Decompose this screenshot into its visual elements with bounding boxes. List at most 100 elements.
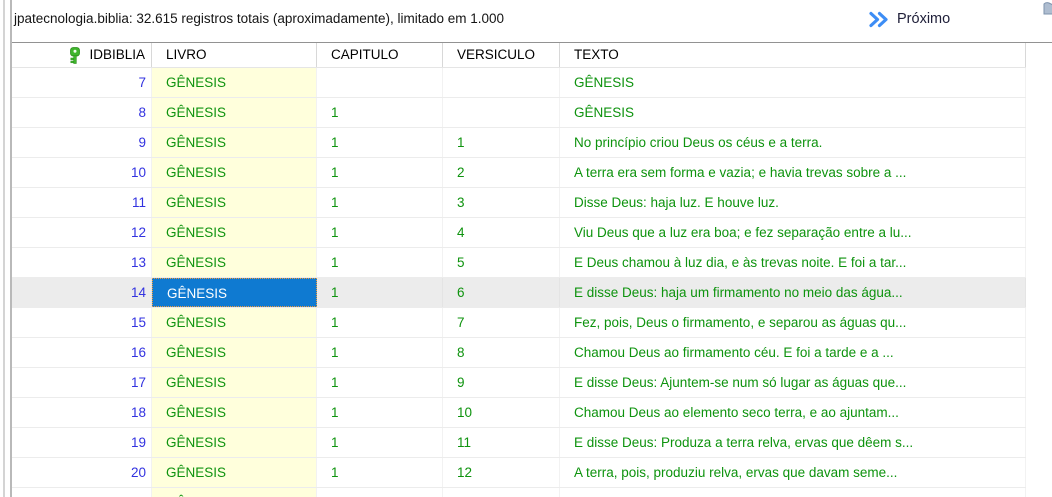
table-row[interactable]: 10GÊNESIS12A terra era sem forma e vazia… [12, 158, 1026, 188]
cell-capitulo[interactable]: 1 [317, 188, 443, 217]
cell-livro[interactable]: GÊNESIS [152, 278, 317, 307]
table-row[interactable]: 9GÊNESIS11No princípio criou Deus os céu… [12, 128, 1026, 158]
table-row[interactable]: 11GÊNESIS13Disse Deus: haja luz. E houve… [12, 188, 1026, 218]
cell-livro[interactable]: GÊNESIS [152, 218, 317, 247]
cell-idbiblia[interactable]: 10 [12, 158, 152, 187]
cell-versiculo[interactable]: 7 [443, 308, 560, 337]
cell-capitulo[interactable]: 1 [317, 158, 443, 187]
grid-rows-container: 7GÊNESISGÊNESIS8GÊNESIS1GÊNESIS9GÊNESIS1… [12, 68, 1026, 497]
cell-idbiblia[interactable]: 11 [12, 188, 152, 217]
table-row[interactable]: 7GÊNESISGÊNESIS [12, 68, 1026, 98]
cell-idbiblia[interactable]: 12 [12, 218, 152, 247]
table-row[interactable]: 18GÊNESIS110Chamou Deus ao elemento seco… [12, 398, 1026, 428]
table-row[interactable]: 20GÊNESIS112A terra, pois, produziu relv… [12, 458, 1026, 488]
cell-livro[interactable]: GÊNESIS [152, 248, 317, 277]
column-header-idbiblia[interactable]: IDBIBLIA [12, 43, 152, 67]
cell-versiculo[interactable]: 3 [443, 188, 560, 217]
cell-versiculo[interactable]: 4 [443, 218, 560, 247]
cell-texto[interactable]: No princípio criou Deus os céus e a terr… [560, 128, 1026, 157]
cell-texto[interactable]: Chamou Deus ao firmamento céu. E foi a t… [560, 338, 1026, 367]
cell-idbiblia[interactable]: 17 [12, 368, 152, 397]
cell-livro[interactable]: GÊNESIS [152, 488, 317, 497]
cell-versiculo[interactable]: 10 [443, 398, 560, 427]
cell-idbiblia[interactable]: 18 [12, 398, 152, 427]
cell-versiculo[interactable]: 8 [443, 338, 560, 367]
cell-capitulo[interactable]: 1 [317, 308, 443, 337]
cell-livro[interactable]: GÊNESIS [152, 128, 317, 157]
cell-texto[interactable]: GÊNESIS [560, 68, 1026, 97]
cell-capitulo[interactable]: 1 [317, 98, 443, 127]
column-header-texto[interactable]: TEXTO [560, 43, 1026, 67]
cell-versiculo[interactable]: 2 [443, 158, 560, 187]
table-row[interactable]: 12GÊNESIS14Viu Deus que a luz era boa; e… [12, 218, 1026, 248]
cell-livro[interactable]: GÊNESIS [152, 428, 317, 457]
cell-versiculo[interactable] [443, 68, 560, 97]
cell-versiculo[interactable]: 5 [443, 248, 560, 277]
cell-idbiblia[interactable]: 7 [12, 68, 152, 97]
cell-livro[interactable]: GÊNESIS [152, 368, 317, 397]
cell-livro[interactable]: GÊNESIS [152, 398, 317, 427]
table-row[interactable]: 15GÊNESIS17Fez, pois, Deus o firmamento,… [12, 308, 1026, 338]
column-header-livro[interactable]: LIVRO [152, 43, 317, 67]
cell-capitulo[interactable]: 1 [317, 368, 443, 397]
result-grid[interactable]: IDBIBLIA LIVRO CAPITULO VERSICULO TEXTO … [12, 43, 1026, 497]
table-row[interactable]: 17GÊNESIS19E disse Deus: Ajuntem-se num … [12, 368, 1026, 398]
cell-texto[interactable]: Viu Deus que a luz era boa; e fez separa… [560, 218, 1026, 247]
cell-texto[interactable]: Fez, pois, Deus o firmamento, e separou … [560, 308, 1026, 337]
cell-idbiblia[interactable]: 19 [12, 428, 152, 457]
cell-versiculo[interactable]: 12 [443, 458, 560, 487]
cell-versiculo[interactable] [443, 98, 560, 127]
cell-texto[interactable]: GÊNESIS [560, 98, 1026, 127]
table-row[interactable]: 19GÊNESIS111E disse Deus: Produza a terr… [12, 428, 1026, 458]
cell-texto[interactable]: E disse Deus: Ajuntem-se num só lugar as… [560, 368, 1026, 397]
cell-idbiblia[interactable] [12, 488, 152, 497]
cell-idbiblia[interactable]: 14 [12, 278, 152, 307]
cell-livro[interactable]: GÊNESIS [152, 338, 317, 367]
next-page-button[interactable]: Próximo [864, 5, 954, 33]
cell-livro[interactable]: GÊNESIS [152, 188, 317, 217]
cell-capitulo[interactable] [317, 68, 443, 97]
cell-texto[interactable]: E Deus chamou à luz dia, e às trevas noi… [560, 248, 1026, 277]
table-row[interactable]: 13GÊNESIS15E Deus chamou à luz dia, e às… [12, 248, 1026, 278]
cell-livro[interactable]: GÊNESIS [152, 68, 317, 97]
cell-capitulo[interactable]: 1 [317, 338, 443, 367]
cell-texto[interactable]: E disse Deus: Produza a terra relva, erv… [560, 428, 1026, 457]
cell-idbiblia[interactable]: 8 [12, 98, 152, 127]
cell-idbiblia[interactable]: 16 [12, 338, 152, 367]
cell-capitulo[interactable]: 1 [317, 428, 443, 457]
cell-idbiblia[interactable]: 9 [12, 128, 152, 157]
cell-versiculo[interactable] [443, 488, 560, 497]
cell-livro[interactable]: GÊNESIS [152, 458, 317, 487]
cell-livro[interactable]: GÊNESIS [152, 308, 317, 337]
cell-idbiblia[interactable]: 13 [12, 248, 152, 277]
cell-versiculo[interactable]: 9 [443, 368, 560, 397]
cell-versiculo[interactable]: 6 [443, 278, 560, 307]
cell-livro[interactable]: GÊNESIS [152, 98, 317, 127]
cell-texto[interactable]: Disse Deus: haja luz. E houve luz. [560, 188, 1026, 217]
cell-capitulo[interactable]: 1 [317, 398, 443, 427]
cell-capitulo[interactable]: 1 [317, 458, 443, 487]
cell-texto[interactable]: A terra, pois, produziu relva, ervas que… [560, 458, 1026, 487]
cell-capitulo[interactable]: 1 [317, 248, 443, 277]
cell-texto[interactable] [560, 488, 1026, 497]
cell-texto[interactable]: Chamou Deus ao elemento seco terra, e ao… [560, 398, 1026, 427]
table-row[interactable]: 16GÊNESIS18Chamou Deus ao firmamento céu… [12, 338, 1026, 368]
database-grid-screen: { "topbar": { "status_text": "jpatecnolo… [0, 0, 1052, 497]
cell-idbiblia[interactable]: 15 [12, 308, 152, 337]
cell-versiculo[interactable]: 1 [443, 128, 560, 157]
cell-capitulo[interactable]: 1 [317, 278, 443, 307]
cell-texto[interactable]: E disse Deus: haja um firmamento no meio… [560, 278, 1026, 307]
column-header-capitulo[interactable]: CAPITULO [317, 43, 443, 67]
cell-idbiblia[interactable]: 20 [12, 458, 152, 487]
table-row[interactable]: 14GÊNESIS16E disse Deus: haja um firmame… [12, 278, 1026, 308]
cell-capitulo[interactable]: 1 [317, 128, 443, 157]
table-row[interactable]: 8GÊNESIS1GÊNESIS [12, 98, 1026, 128]
table-status-text: jpatecnologia.biblia: 32.615 registros t… [14, 11, 504, 26]
cell-capitulo[interactable]: 1 [317, 218, 443, 247]
cell-versiculo[interactable]: 11 [443, 428, 560, 457]
cell-capitulo[interactable] [317, 488, 443, 497]
cell-texto[interactable]: A terra era sem forma e vazia; e havia t… [560, 158, 1026, 187]
cell-livro[interactable]: GÊNESIS [152, 158, 317, 187]
column-header-versiculo[interactable]: VERSICULO [443, 43, 560, 67]
table-row-partial[interactable]: GÊNESIS [12, 488, 1026, 497]
